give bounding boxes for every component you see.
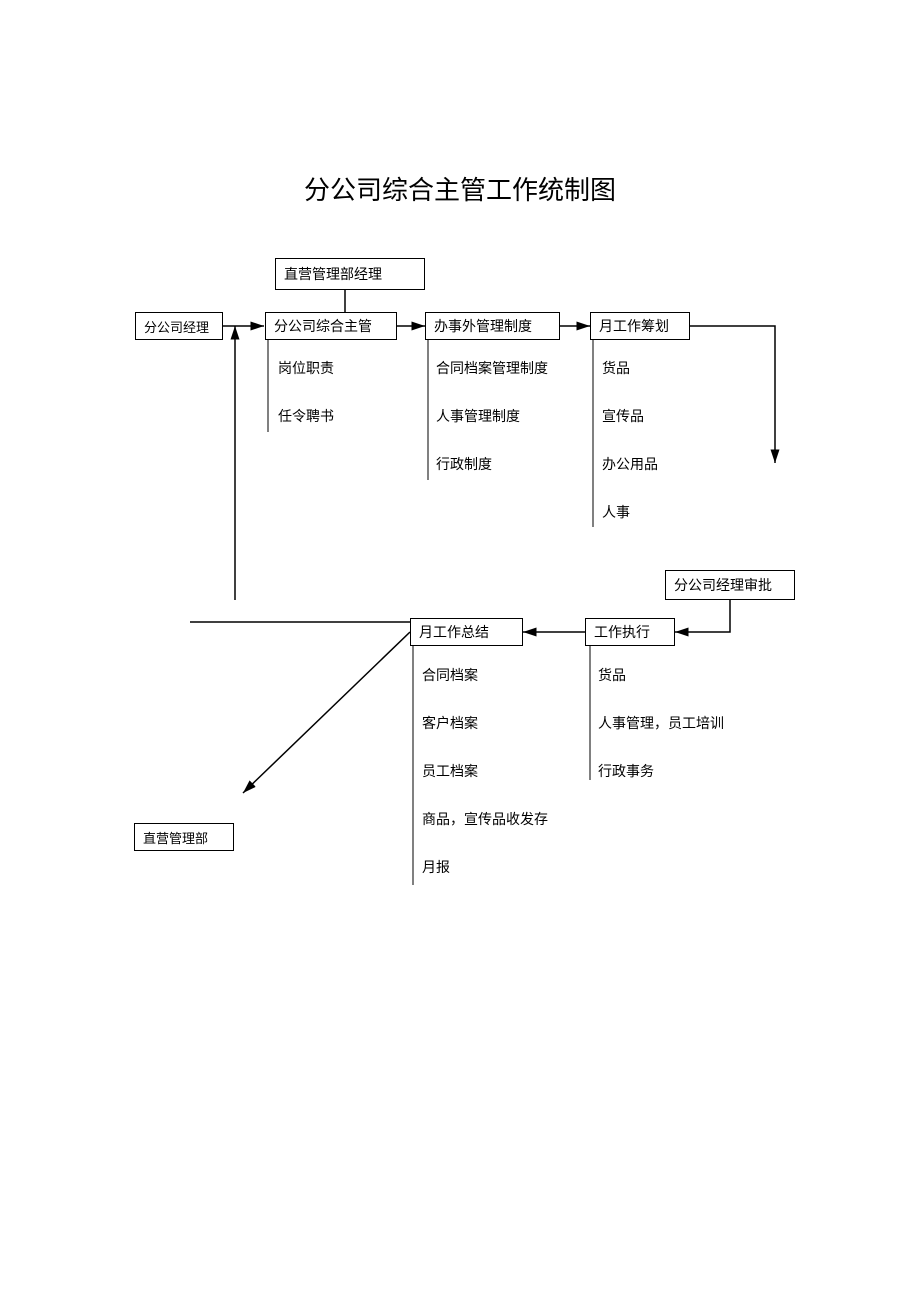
node-direct-mgmt-bottom: 直营管理部 bbox=[134, 823, 234, 851]
sub-plan-d: 人事 bbox=[602, 502, 630, 522]
sub-office-c: 行政制度 bbox=[436, 454, 492, 474]
node-label: 分公司综合主管 bbox=[274, 316, 372, 336]
node-branch-manager: 分公司经理 bbox=[135, 312, 223, 340]
node-direct-mgmt-top: 直营管理部经理 bbox=[275, 258, 425, 290]
sub-summary-a: 合同档案 bbox=[422, 665, 478, 685]
sub-summary-b: 客户档案 bbox=[422, 713, 478, 733]
diagram-title: 分公司综合主管工作统制图 bbox=[0, 170, 920, 207]
sub-exec-c: 行政事务 bbox=[598, 761, 654, 781]
sub-plan-b: 宣传品 bbox=[602, 406, 644, 426]
sub-office-a: 合同档案管理制度 bbox=[436, 358, 548, 378]
node-office-mgmt: 办事外管理制度 bbox=[425, 312, 560, 340]
node-work-exec: 工作执行 bbox=[585, 618, 675, 646]
sub-plan-c: 办公用品 bbox=[602, 454, 658, 474]
node-label: 直营管理部经理 bbox=[284, 264, 382, 284]
node-label: 分公司经理 bbox=[144, 317, 209, 336]
sub-supervisor-b: 任令聘书 bbox=[278, 406, 334, 426]
node-label: 月工作筹划 bbox=[599, 316, 669, 336]
sub-summary-d: 商品，宣传品收发存 bbox=[422, 809, 548, 829]
node-branch-manager-approve: 分公司经理审批 bbox=[665, 570, 795, 600]
node-branch-supervisor: 分公司综合主管 bbox=[265, 312, 397, 340]
node-month-plan: 月工作筹划 bbox=[590, 312, 690, 340]
sub-supervisor-a: 岗位职责 bbox=[278, 358, 334, 378]
node-label: 直营管理部 bbox=[143, 828, 208, 847]
sub-summary-e: 月报 bbox=[422, 857, 450, 877]
sub-exec-a: 货品 bbox=[598, 665, 626, 685]
sub-office-b: 人事管理制度 bbox=[436, 406, 520, 426]
node-label: 办事外管理制度 bbox=[434, 316, 532, 336]
node-month-summary: 月工作总结 bbox=[410, 618, 523, 646]
node-label: 分公司经理审批 bbox=[674, 575, 772, 595]
node-label: 月工作总结 bbox=[419, 622, 489, 642]
sub-summary-c: 员工档案 bbox=[422, 761, 478, 781]
sub-exec-b: 人事管理，员工培训 bbox=[598, 713, 724, 733]
sub-plan-a: 货品 bbox=[602, 358, 630, 378]
node-label: 工作执行 bbox=[594, 622, 650, 642]
